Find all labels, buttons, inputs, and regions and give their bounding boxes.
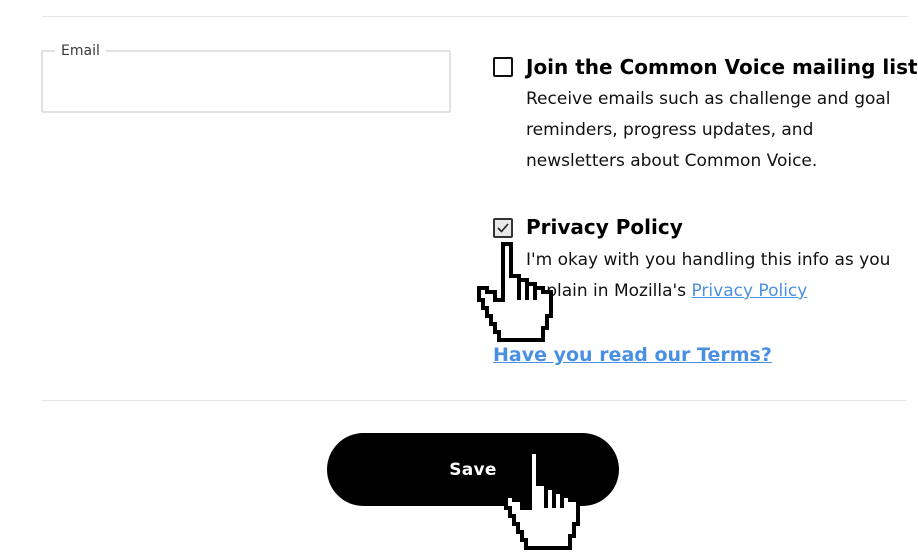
email-field[interactable]: Email — [41, 42, 451, 113]
terms-link[interactable]: Have you read our Terms? — [493, 341, 772, 369]
privacy-title: Privacy Policy — [526, 215, 683, 239]
mailing-list-checkbox[interactable] — [493, 57, 513, 77]
checkmark-icon — [497, 223, 509, 233]
privacy-description: I'm okay with you handling this info as … — [526, 245, 896, 307]
bottom-divider — [41, 400, 907, 401]
mailing-list-description: Receive emails such as challenge and goa… — [526, 89, 891, 171]
email-input[interactable] — [53, 66, 437, 98]
top-divider — [42, 16, 908, 17]
privacy-policy-link[interactable]: Privacy Policy — [691, 281, 807, 301]
privacy-checkbox[interactable] — [493, 218, 513, 238]
email-label: Email — [55, 42, 106, 60]
mailing-list-title: Join the Common Voice mailing list — [526, 55, 918, 79]
save-button[interactable]: Save — [327, 433, 619, 506]
